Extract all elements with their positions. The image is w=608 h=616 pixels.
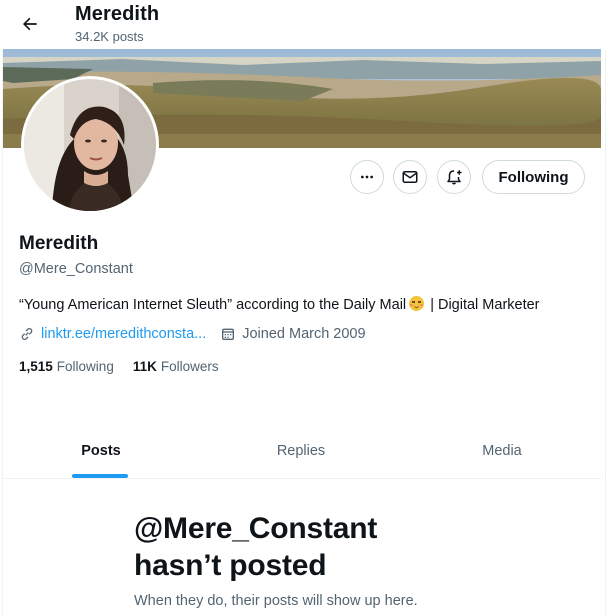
- empty-state-title-line1: @Mere_Constant: [134, 512, 378, 545]
- avatar-image: [24, 79, 156, 211]
- bio-text: “Young American Internet Sleuth” accordi…: [19, 297, 407, 313]
- empty-state-title: @Mere_Constant hasn’t posted: [134, 510, 554, 584]
- envelope-icon: [402, 171, 418, 183]
- profile-page: Meredith 34.2K posts Following Meredith …: [0, 0, 608, 616]
- tab-media[interactable]: Media: [403, 424, 601, 478]
- joined-text: Joined March 2009: [242, 326, 366, 342]
- profile-link[interactable]: linktr.ee/meredithconsta...: [41, 326, 206, 342]
- message-button[interactable]: [393, 160, 427, 194]
- empty-state-title-line2: hasn’t posted: [134, 549, 327, 582]
- notifications-button[interactable]: [437, 160, 471, 194]
- empty-state-subtitle: When they do, their posts will show up h…: [134, 593, 418, 609]
- follow-counts: 1,515 Following 11K Followers: [19, 359, 219, 374]
- profile-header-bar: Meredith 34.2K posts: [0, 0, 608, 50]
- header-posts-count: 34.2K posts: [75, 29, 144, 44]
- tab-replies[interactable]: Replies: [201, 424, 401, 478]
- more-icon: [361, 175, 373, 179]
- bio-text-suffix: | Digital Marketer: [430, 297, 540, 313]
- bell-plus-icon: [447, 170, 462, 185]
- calendar-icon: [222, 328, 235, 340]
- header-title: Meredith: [75, 3, 160, 25]
- followers-count: 11K: [132, 359, 157, 374]
- link-icon: [21, 328, 33, 340]
- profile-meta: linktr.ee/meredithconsta... Joined March…: [19, 326, 366, 342]
- back-button[interactable]: [14, 8, 46, 40]
- following-count-link[interactable]: 1,515 Following: [19, 359, 114, 374]
- avatar-photo: [24, 79, 156, 211]
- following-button[interactable]: Following: [482, 160, 585, 194]
- column-border-right: [605, 0, 606, 616]
- following-label: Following: [56, 359, 114, 374]
- tab-posts[interactable]: Posts: [3, 424, 199, 478]
- profile-avatar[interactable]: [21, 76, 159, 214]
- smiling-face-emoji-icon: [409, 296, 425, 311]
- followers-count-link[interactable]: 11K Followers: [133, 359, 219, 374]
- followers-label: Followers: [160, 359, 219, 374]
- profile-bio: “Young American Internet Sleuth” accordi…: [19, 296, 540, 313]
- following-count: 1,515: [19, 359, 53, 374]
- profile-name: Meredith: [19, 233, 99, 254]
- arrow-left-icon: [23, 17, 37, 31]
- profile-tabs: Posts Replies Media: [3, 424, 601, 479]
- more-button[interactable]: [350, 160, 384, 194]
- active-tab-indicator: [72, 474, 128, 478]
- profile-handle: @Mere_Constant: [19, 261, 133, 277]
- joined-date: Joined March 2009: [220, 326, 366, 342]
